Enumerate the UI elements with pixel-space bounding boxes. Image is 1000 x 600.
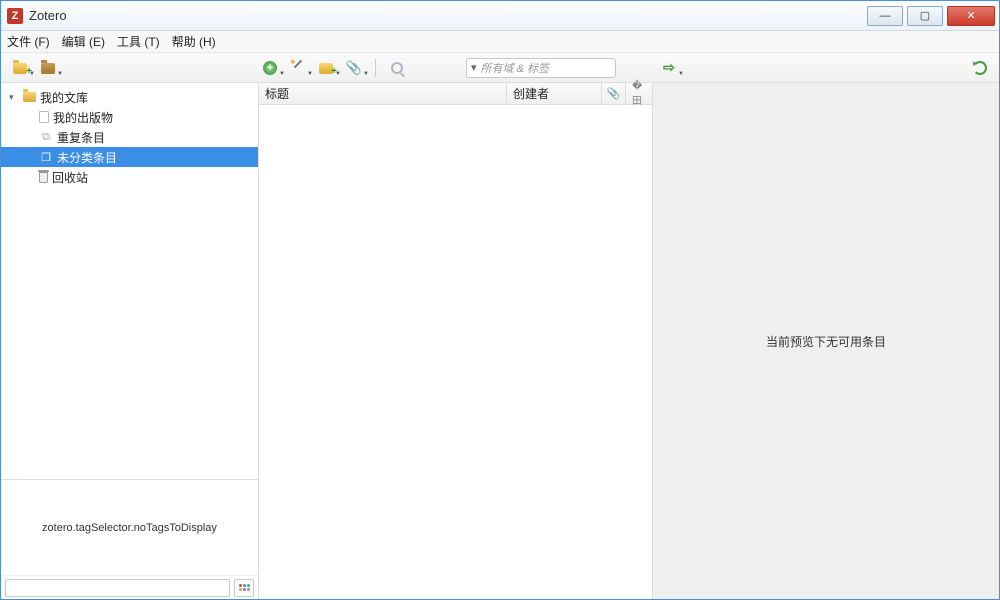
plus-icon: + xyxy=(263,61,277,75)
column-creator[interactable]: 创建者 xyxy=(507,83,602,104)
tag-empty-message: zotero.tagSelector.noTagsToDisplay xyxy=(1,480,258,575)
tree-row-library[interactable]: ▾ 我的文库 xyxy=(1,87,258,107)
tree-row-duplicates[interactable]: ⧉ 重复条目 xyxy=(1,127,258,147)
items-pane: 标题 创建者 📎 �田 xyxy=(259,83,653,599)
app-window: Z Zotero — ▢ ✕ 文件 (F) 编辑 (E) 工具 (T) 帮助 (… xyxy=(0,0,1000,600)
locate-button[interactable]: ⇨▼ xyxy=(658,58,680,78)
new-collection-button[interactable]: ▼ xyxy=(9,58,31,78)
minimize-button[interactable]: — xyxy=(867,6,903,26)
column-attachment[interactable]: 📎 xyxy=(602,83,626,104)
items-list[interactable] xyxy=(259,105,652,599)
collections-tree[interactable]: ▾ 我的文库 我的出版物 ⧉ 重复条目 ❐ 未分类条目 xyxy=(1,83,258,479)
item-preview-pane: 当前预览下无可用条目 xyxy=(653,83,999,599)
toolbar-middle: +▼ ▼ ▼ 📎▼ ▾ 所有域 & 标签 ⇨▼ xyxy=(259,58,967,78)
window-title: Zotero xyxy=(29,8,67,23)
caret-down-icon[interactable]: ▾ xyxy=(9,92,19,103)
tree-item-label: 我的出版物 xyxy=(53,109,113,126)
note-add-icon xyxy=(319,63,333,74)
folder-group-icon xyxy=(41,63,55,74)
tree-row-unfiled[interactable]: ❐ 未分类条目 xyxy=(1,147,258,167)
paperclip-icon: 📎 xyxy=(346,60,362,76)
tree-item-label: 回收站 xyxy=(52,169,88,186)
tree-item-label: 未分类条目 xyxy=(57,149,117,166)
items-column-headers: 标题 创建者 📎 �田 xyxy=(259,83,652,105)
wand-icon xyxy=(291,61,305,75)
library-icon xyxy=(23,92,36,102)
advanced-search-button[interactable] xyxy=(386,58,408,78)
duplicates-icon: ⧉ xyxy=(39,130,53,144)
menu-help[interactable]: 帮助 (H) xyxy=(172,33,216,50)
new-item-button[interactable]: +▼ xyxy=(259,58,281,78)
new-group-button[interactable]: ▼ xyxy=(37,58,59,78)
tag-selector: zotero.tagSelector.noTagsToDisplay xyxy=(1,479,258,599)
sync-icon xyxy=(973,61,987,75)
toolbar-left: ▼ ▼ xyxy=(9,58,257,78)
collections-pane: ▾ 我的文库 我的出版物 ⧉ 重复条目 ❐ 未分类条目 xyxy=(1,83,259,599)
tag-filter-input[interactable] xyxy=(5,579,230,597)
tag-color-menu-button[interactable] xyxy=(234,579,254,597)
search-mode-dropdown-icon[interactable]: ▾ xyxy=(471,61,477,74)
preview-empty-message: 当前预览下无可用条目 xyxy=(766,333,886,350)
close-button[interactable]: ✕ xyxy=(947,6,995,26)
document-icon xyxy=(39,111,49,123)
toolbar-right xyxy=(969,58,991,78)
folder-new-icon xyxy=(13,63,27,74)
titlebar: Z Zotero — ▢ ✕ xyxy=(1,1,999,31)
library-label: 我的文库 xyxy=(40,89,88,106)
menu-edit[interactable]: 编辑 (E) xyxy=(62,33,105,50)
unfiled-icon: ❐ xyxy=(39,150,53,164)
lookup-button[interactable]: ▼ xyxy=(287,58,309,78)
magnifier-icon xyxy=(391,62,403,74)
new-note-button[interactable]: ▼ xyxy=(315,58,337,78)
maximize-button[interactable]: ▢ xyxy=(907,6,943,26)
toolbar-separator xyxy=(375,59,376,77)
content: ▾ 我的文库 我的出版物 ⧉ 重复条目 ❐ 未分类条目 xyxy=(1,83,999,599)
sync-button[interactable] xyxy=(969,58,991,78)
trash-icon xyxy=(39,172,48,183)
tree-row-trash[interactable]: 回收站 xyxy=(1,167,258,187)
color-grid-icon xyxy=(239,584,250,591)
add-attachment-button[interactable]: 📎▼ xyxy=(343,58,365,78)
column-title[interactable]: 标题 xyxy=(259,83,507,104)
tree-item-label: 重复条目 xyxy=(57,129,105,146)
search-input[interactable]: ▾ 所有域 & 标签 xyxy=(466,58,616,78)
menu-tools[interactable]: 工具 (T) xyxy=(117,33,160,50)
window-controls: — ▢ ✕ xyxy=(867,6,995,26)
toolbar: ▼ ▼ +▼ ▼ ▼ 📎▼ ▾ 所有域 & 标签 ⇨▼ xyxy=(1,53,999,83)
tag-filter-row xyxy=(1,575,258,599)
menu-file[interactable]: 文件 (F) xyxy=(7,33,50,50)
arrow-right-icon: ⇨ xyxy=(663,59,675,76)
tree-row-publications[interactable]: 我的出版物 xyxy=(1,107,258,127)
zotero-icon: Z xyxy=(7,8,23,24)
search-placeholder: 所有域 & 标签 xyxy=(481,60,549,76)
menubar: 文件 (F) 编辑 (E) 工具 (T) 帮助 (H) xyxy=(1,31,999,53)
column-menu-icon: �田 xyxy=(632,81,646,107)
column-picker-button[interactable]: �田 xyxy=(626,83,652,104)
paperclip-icon: 📎 xyxy=(607,87,621,100)
